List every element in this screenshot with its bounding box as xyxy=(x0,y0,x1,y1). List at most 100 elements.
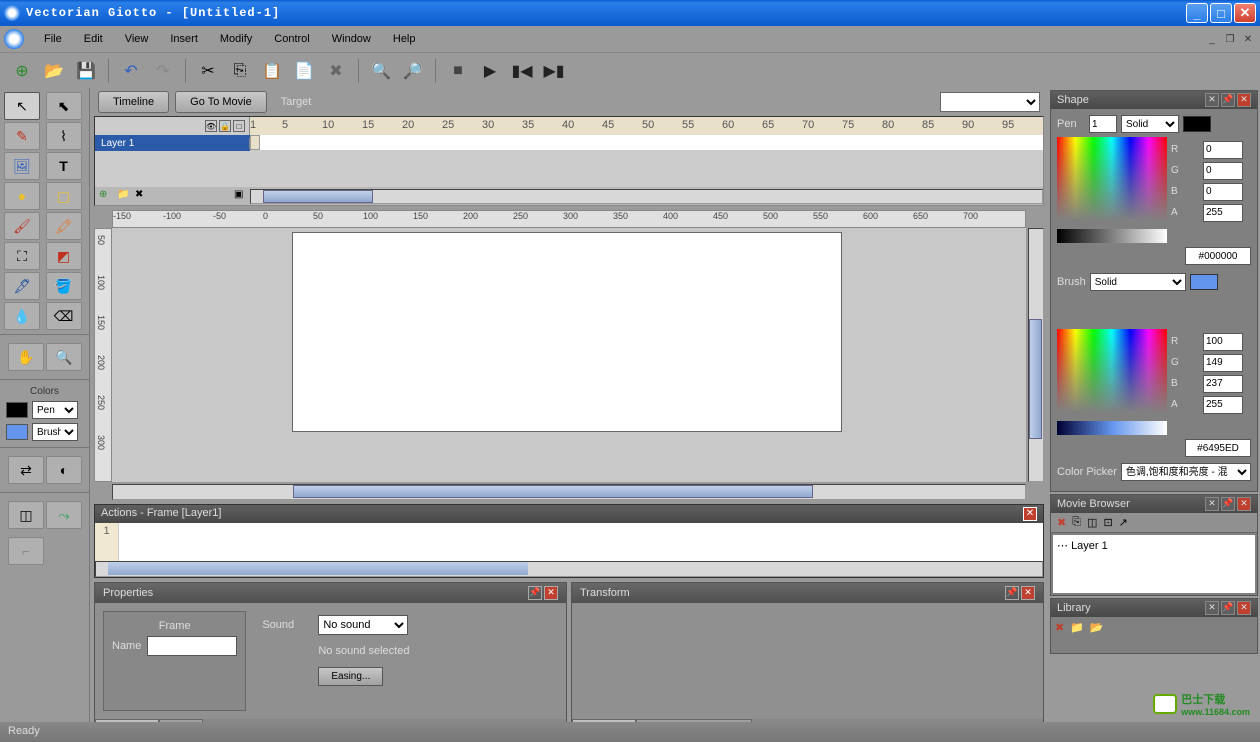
menu-modify[interactable]: Modify xyxy=(210,29,262,49)
image-tool[interactable]: 🖼 xyxy=(4,152,40,180)
brush-color-preview[interactable] xyxy=(1190,274,1218,290)
selection-tool[interactable]: ↖ xyxy=(4,92,40,120)
brush-color-select[interactable]: Brush xyxy=(32,423,78,441)
library-pin-button[interactable]: 📌 xyxy=(1221,601,1235,615)
oval-tool[interactable]: ● xyxy=(4,182,40,210)
open-button[interactable]: 📂 xyxy=(40,57,68,85)
lock-icon[interactable]: 🔒 xyxy=(219,120,231,132)
goto-movie-tab[interactable]: Go To Movie xyxy=(175,91,267,113)
ink-tool[interactable]: 🖋 xyxy=(4,272,40,300)
pencil-tool[interactable]: ✎ xyxy=(4,122,40,150)
movie-list-item[interactable]: ⋯ Layer 1 xyxy=(1057,539,1251,552)
brush-tool[interactable]: 🖌 xyxy=(4,212,40,240)
minimize-button[interactable]: _ xyxy=(1186,3,1208,23)
text-tool[interactable]: T xyxy=(46,152,82,180)
sound-select[interactable]: No sound xyxy=(318,615,408,635)
frame-name-input[interactable] xyxy=(147,636,237,656)
first-frame-button[interactable]: ▮◀ xyxy=(508,57,536,85)
library-folder-icon[interactable]: 📁 xyxy=(1070,621,1084,649)
cut-button[interactable]: ✂ xyxy=(194,57,222,85)
library-close-button[interactable]: ✕ xyxy=(1205,601,1219,615)
redo-button[interactable]: ↷ xyxy=(149,57,177,85)
target-dropdown[interactable] xyxy=(940,92,1040,112)
maximize-button[interactable]: □ xyxy=(1210,3,1232,23)
smooth-tool[interactable]: ⤳ xyxy=(46,501,82,529)
movie-export-icon[interactable]: ↗ xyxy=(1119,516,1128,529)
brush-hex-input[interactable] xyxy=(1185,439,1251,457)
movie-paste-icon[interactable]: ◫ xyxy=(1087,516,1097,529)
timeline-scrollbar[interactable] xyxy=(250,189,1043,204)
last-frame-button[interactable]: ▶▮ xyxy=(540,57,568,85)
paint-bucket-tool[interactable]: 🪣 xyxy=(46,272,82,300)
delete-layer-button[interactable]: ✖ xyxy=(135,189,151,203)
layer-row[interactable]: Layer 1 xyxy=(95,135,1043,151)
pen-g-input[interactable] xyxy=(1203,162,1243,180)
add-folder-button[interactable]: 📁 xyxy=(117,189,133,203)
shape-close2-button[interactable]: ✕ xyxy=(1237,93,1251,107)
movie-delete-icon[interactable]: ✖ xyxy=(1057,516,1066,529)
pen-size-input[interactable] xyxy=(1089,115,1117,133)
play-button[interactable]: ▶ xyxy=(476,57,504,85)
shape-pin-button[interactable]: 📌 xyxy=(1221,93,1235,107)
transform-pin-button[interactable]: 📌 xyxy=(1005,586,1019,600)
eyedropper-tool[interactable]: 💧 xyxy=(4,302,40,330)
movie-link-icon[interactable]: ⊡ xyxy=(1103,516,1112,529)
save-button[interactable]: 💾 xyxy=(72,57,100,85)
properties-close-button[interactable]: ✕ xyxy=(544,586,558,600)
movie-pin-button[interactable]: 📌 xyxy=(1221,497,1235,511)
outline-icon[interactable]: □ xyxy=(233,120,245,132)
zoom-out-button[interactable]: 🔎 xyxy=(399,57,427,85)
pen-r-input[interactable] xyxy=(1203,141,1243,159)
canvas-viewport[interactable] xyxy=(112,228,1026,482)
pen-style-select[interactable]: Solid xyxy=(1121,115,1179,133)
hand-tool[interactable]: ✋ xyxy=(8,343,44,371)
default-colors-button[interactable]: ◐ xyxy=(46,456,82,484)
shape-close-button[interactable]: ✕ xyxy=(1205,93,1219,107)
delete-button[interactable]: ✖ xyxy=(322,57,350,85)
menu-view[interactable]: View xyxy=(115,29,159,49)
pen-color-select[interactable]: Pen xyxy=(32,401,78,419)
brush-a-input[interactable] xyxy=(1203,396,1243,414)
brush-color-swatch[interactable] xyxy=(6,424,28,440)
pen-a-input[interactable] xyxy=(1203,204,1243,222)
mdi-restore-button[interactable]: ❐ xyxy=(1222,32,1238,46)
canvas-scrollbar-h[interactable] xyxy=(112,484,1026,500)
brush-g-input[interactable] xyxy=(1203,354,1243,372)
canvas-scrollbar-v[interactable] xyxy=(1028,228,1044,482)
brush-style-select[interactable]: Solid xyxy=(1090,273,1186,291)
pen-b-input[interactable] xyxy=(1203,183,1243,201)
zoom-in-button[interactable]: 🔍 xyxy=(367,57,395,85)
keyframe[interactable] xyxy=(250,135,260,150)
brush-hue-slider[interactable] xyxy=(1057,421,1167,435)
easing-button[interactable]: Easing... xyxy=(318,667,383,686)
stop-button[interactable]: ■ xyxy=(444,57,472,85)
ink-bottle-tool[interactable]: 🖍 xyxy=(46,212,82,240)
brush-color-picker[interactable] xyxy=(1057,329,1167,413)
swap-colors-button[interactable]: ⇄ xyxy=(8,456,44,484)
add-layer-button[interactable]: ⊕ xyxy=(99,189,115,203)
paste-button[interactable]: 📋 xyxy=(258,57,286,85)
menu-file[interactable]: File xyxy=(34,29,72,49)
properties-pin-button[interactable]: 📌 xyxy=(528,586,542,600)
brush-b-input[interactable] xyxy=(1203,375,1243,393)
menu-window[interactable]: Window xyxy=(322,29,381,49)
fill-transform-tool[interactable]: ◩ xyxy=(46,242,82,270)
library-close2-button[interactable]: ✕ xyxy=(1237,601,1251,615)
mdi-close-button[interactable]: ✕ xyxy=(1240,32,1256,46)
menu-insert[interactable]: Insert xyxy=(160,29,208,49)
pen-grayscale-slider[interactable] xyxy=(1057,229,1167,243)
color-picker-mode-select[interactable]: 色调,饱和度和亮度 - 混 xyxy=(1121,463,1251,481)
snap-tool[interactable]: ◫ xyxy=(8,501,44,529)
library-import-icon[interactable]: 📂 xyxy=(1090,621,1104,649)
mdi-minimize-button[interactable]: _ xyxy=(1204,32,1220,46)
paste-special-button[interactable]: 📄 xyxy=(290,57,318,85)
actions-editor[interactable] xyxy=(119,523,1043,561)
pen-hex-input[interactable] xyxy=(1185,247,1251,265)
movie-close-button[interactable]: ✕ xyxy=(1205,497,1219,511)
actions-close-button[interactable]: ✕ xyxy=(1023,507,1037,521)
free-transform-tool[interactable]: ⛶ xyxy=(4,242,40,270)
library-delete-icon[interactable]: ✖ xyxy=(1055,621,1064,649)
pen-color-preview[interactable] xyxy=(1183,116,1211,132)
menu-control[interactable]: Control xyxy=(264,29,319,49)
pen-color-swatch[interactable] xyxy=(6,402,28,418)
